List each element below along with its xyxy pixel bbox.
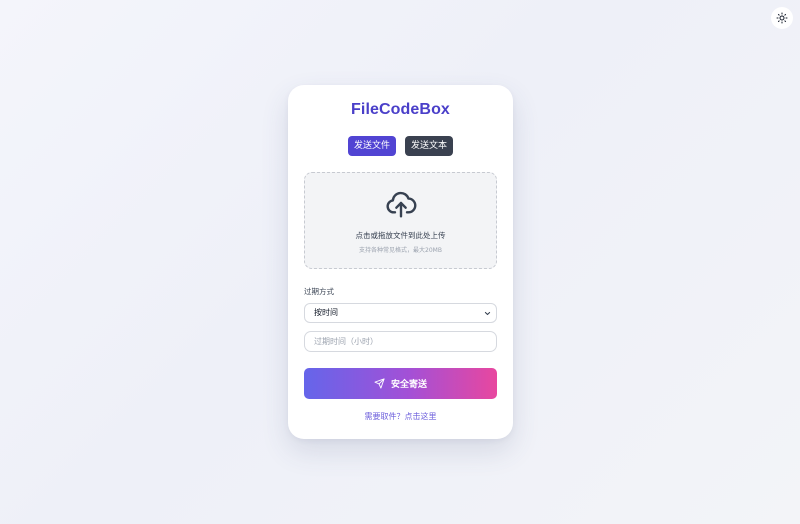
dropzone-hint: 支持各种常见格式，最大20MB bbox=[359, 247, 442, 254]
secure-send-button[interactable]: 安全寄送 bbox=[304, 368, 497, 399]
dropzone-title: 点击或拖放文件到此处上传 bbox=[355, 231, 446, 240]
tab-send-file[interactable]: 发送文件 bbox=[348, 136, 396, 156]
theme-toggle-button[interactable] bbox=[771, 7, 793, 29]
app-title: FileCodeBox bbox=[351, 101, 450, 118]
send-icon bbox=[374, 378, 385, 389]
expire-method-select[interactable]: 按时间 bbox=[304, 303, 497, 323]
chevron-down-icon bbox=[484, 311, 491, 316]
expire-method-label: 过期方式 bbox=[304, 287, 334, 296]
retrieve-link[interactable]: 需要取件？点击这里 bbox=[288, 411, 513, 422]
expire-method-value: 按时间 bbox=[314, 308, 338, 317]
sun-icon bbox=[776, 12, 788, 24]
send-card: FileCodeBox 发送文件 发送文本 点击或拖放文件到此处上传 支持各种常… bbox=[288, 85, 513, 439]
tab-send-text[interactable]: 发送文本 bbox=[405, 136, 453, 156]
send-button-label: 安全寄送 bbox=[390, 380, 427, 390]
file-dropzone[interactable]: 点击或拖放文件到此处上传 支持各种常见格式，最大20MB bbox=[304, 172, 497, 269]
cloud-upload-icon bbox=[386, 191, 417, 218]
expire-hours-input[interactable] bbox=[304, 331, 497, 352]
